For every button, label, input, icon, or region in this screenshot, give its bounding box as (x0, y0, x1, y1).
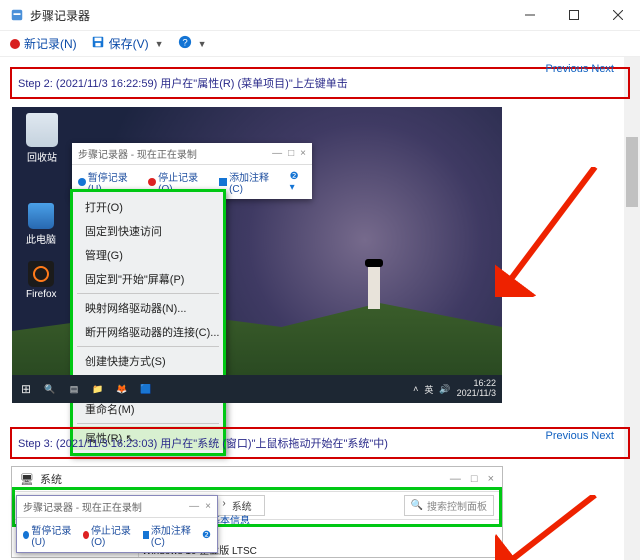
toolbar: 新记录(N) 保存(V) ▼ ? ▼ (0, 31, 640, 57)
ctx-map-drive[interactable]: 映射网络驱动器(N)... (73, 296, 223, 320)
explorer-icon[interactable]: 📁 (90, 381, 106, 397)
sys-window-icon: 🖥 (20, 473, 34, 486)
psr-title: 步骤记录器 - 现在正在录制 (78, 146, 197, 161)
vertical-scrollbar[interactable] (624, 57, 640, 560)
step2-screenshot: 回收站 此电脑 Firefox 步骤记录器 - 现在正在录制 — □ × 暂停记… (10, 105, 504, 405)
ctx-manage[interactable]: 管理(G) (73, 243, 223, 267)
maximize-button[interactable] (552, 0, 596, 30)
sys-max-icon[interactable]: □ (471, 473, 478, 485)
prev-link[interactable]: Previous (546, 63, 589, 75)
window-title: 步骤记录器 (30, 7, 90, 24)
step2-header-box: Step 2: (2021/11/3 16:22:59) 用户在"属性(R) (… (10, 67, 630, 99)
new-record-button[interactable]: 新记录(N) (10, 35, 77, 52)
firefox-taskbar-icon[interactable]: 🦊 (114, 381, 130, 397)
psr-pause-button[interactable]: 暂停记录(U) (23, 522, 75, 548)
sys-window-title: 系统 (40, 471, 62, 487)
this-pc-icon[interactable]: 此电脑 (26, 203, 56, 246)
ime-icon[interactable]: 英 (424, 383, 433, 396)
ctx-shortcut[interactable]: 创建快捷方式(S) (73, 349, 223, 373)
step3-text: Step 3: (2021/11/3 16:23:03) 用户在"系统 (窗口)… (18, 435, 388, 451)
this-pc-label: 此电脑 (26, 231, 56, 246)
minimize-button[interactable] (508, 0, 552, 30)
content-area: Previous Next Step 2: (2021/11/3 16:22:5… (0, 57, 640, 560)
psr-min-icon[interactable]: — (272, 148, 282, 159)
next-link[interactable]: Next (591, 430, 614, 442)
volume-icon[interactable]: 🔊 (439, 384, 450, 395)
sys-close-icon[interactable]: × (488, 473, 494, 485)
context-menu: 打开(O) 固定到快速访问 管理(G) 固定到"开始"屏幕(P) 映射网络驱动器… (70, 189, 226, 456)
psr-comment-button[interactable]: 添加注释(C) (143, 522, 195, 548)
stop-icon (148, 178, 156, 186)
scrollbar-thumb[interactable] (626, 137, 638, 207)
psr-taskbar-icon[interactable]: 🟦 (138, 381, 154, 397)
psr-min-icon[interactable]: — (189, 501, 199, 512)
svg-text:?: ? (182, 38, 187, 49)
ctx-pin-quick[interactable]: 固定到快速访问 (73, 219, 223, 243)
start-button[interactable]: ⊞ (18, 381, 34, 397)
ctx-open[interactable]: 打开(O) (73, 195, 223, 219)
step2-text: Step 2: (2021/11/3 16:22:59) 用户在"属性(R) (… (18, 75, 348, 91)
sys-min-icon[interactable]: — (450, 473, 461, 485)
save-label: 保存(V) (109, 35, 149, 52)
window-titlebar: 步骤记录器 (0, 0, 640, 31)
chevron-down-icon: ▼ (198, 39, 207, 49)
tray-up-icon[interactable]: ˄ (413, 384, 418, 394)
chevron-down-icon: ▼ (155, 39, 164, 49)
annotation-arrow (495, 495, 605, 560)
psr-close-icon[interactable]: × (205, 501, 211, 512)
step3-header-box: Step 3: (2021/11/3 16:23:03) 用户在"系统 (窗口)… (10, 427, 630, 459)
help-button[interactable]: ? ▼ (178, 35, 207, 52)
taskbar-clock[interactable]: 16:22 2021/11/3 (457, 379, 496, 399)
psr-help-icon[interactable]: ❷ (202, 530, 211, 541)
taskbar: ⊞ 🔍 ▤ 📁 🦊 🟦 ˄ 英 🔊 16:22 2021/11/3 (12, 375, 502, 403)
ctx-pin-start[interactable]: 固定到"开始"屏幕(P) (73, 267, 223, 291)
prev-link[interactable]: Previous (546, 430, 589, 442)
step3-screenshot: 🖥 系统 — □ × ← → ↑ 控制面板› 系统和安全› 系统 🔍 (10, 465, 504, 559)
window-controls (508, 0, 640, 30)
psr-window-inner: 步骤记录器 - 现在正在录制 — × 暂停记录(U) 停止记录(O) 添加注释(… (16, 495, 218, 553)
app-icon (10, 8, 24, 22)
psr-close-icon[interactable]: × (300, 148, 306, 159)
psr-comment-button[interactable]: 添加注释(C) (219, 169, 281, 195)
pause-icon (78, 178, 86, 186)
search-input[interactable]: 🔍 搜索控制面板 (404, 495, 494, 516)
recycle-bin-icon[interactable]: 回收站 (26, 113, 58, 164)
next-link[interactable]: Next (591, 63, 614, 75)
new-record-label: 新记录(N) (24, 35, 77, 52)
taskview-icon[interactable]: ▤ (66, 381, 82, 397)
save-icon (91, 35, 105, 52)
ctx-disconnect[interactable]: 断开网络驱动器的连接(C)... (73, 320, 223, 344)
psr-max-icon[interactable]: □ (288, 148, 294, 159)
comment-icon (219, 178, 227, 186)
close-button[interactable] (596, 0, 640, 30)
annotation-arrow (495, 167, 605, 297)
search-icon[interactable]: 🔍 (42, 381, 58, 397)
save-button[interactable]: 保存(V) ▼ (91, 35, 164, 52)
record-icon (10, 39, 20, 49)
firefox-label: Firefox (26, 289, 57, 300)
psr-help-icon[interactable]: ❷ ▾ (290, 171, 306, 193)
recycle-bin-label: 回收站 (26, 149, 58, 164)
help-icon: ? (178, 35, 192, 52)
psr-stop-button[interactable]: 停止记录(O) (83, 522, 135, 548)
search-icon: 🔍 (411, 500, 423, 511)
search-placeholder: 搜索控制面板 (427, 498, 487, 513)
psr-title: 步骤记录器 - 现在正在录制 (23, 499, 142, 514)
firefox-icon[interactable]: Firefox (26, 261, 57, 300)
